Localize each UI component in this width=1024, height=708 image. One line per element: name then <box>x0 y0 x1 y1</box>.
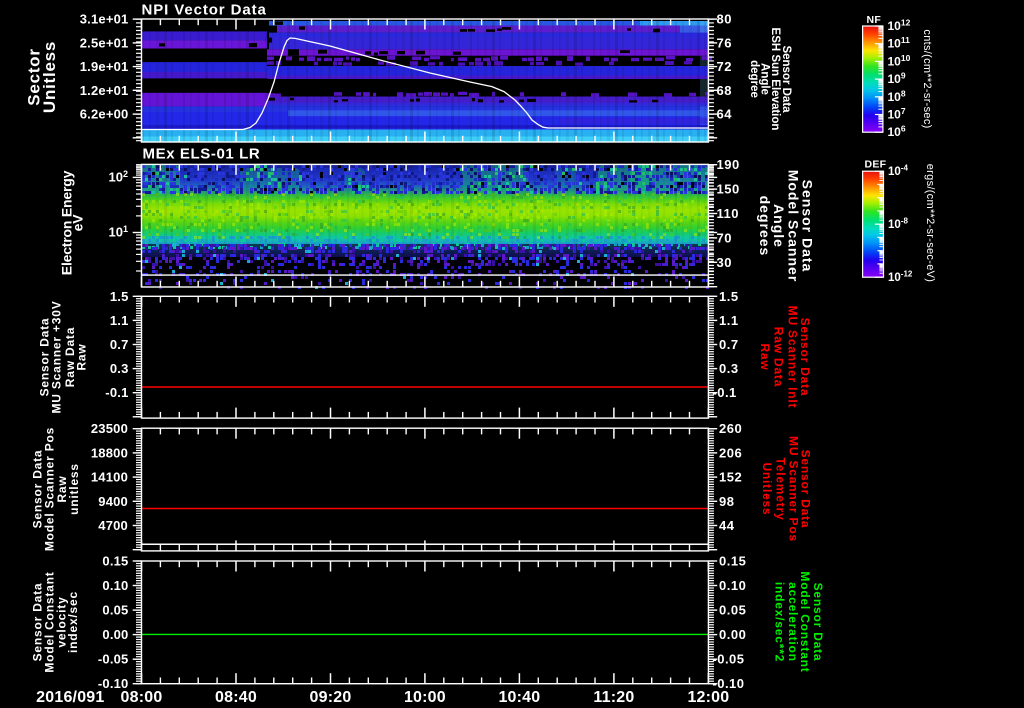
svg-text:DEF: DEF <box>865 159 887 171</box>
svg-text:76: 76 <box>717 35 732 50</box>
svg-text:unitless: unitless <box>67 463 81 515</box>
svg-text:Unitless: Unitless <box>40 41 59 113</box>
svg-text:9400: 9400 <box>98 494 128 509</box>
svg-text:206: 206 <box>719 445 742 460</box>
svg-text:80: 80 <box>717 12 732 27</box>
svg-text:-0.1: -0.1 <box>105 385 128 400</box>
svg-text:2.5e+01: 2.5e+01 <box>80 35 129 50</box>
svg-text:14100: 14100 <box>91 470 128 485</box>
svg-text:1.5: 1.5 <box>110 289 129 304</box>
svg-text:MU Scanner +30V: MU Scanner +30V <box>50 300 64 413</box>
svg-text:Raw: Raw <box>758 343 772 370</box>
svg-text:1.5: 1.5 <box>719 289 739 304</box>
svg-text:260: 260 <box>719 421 742 436</box>
svg-text:09:20: 09:20 <box>310 689 352 706</box>
svg-text:18800: 18800 <box>91 445 128 460</box>
svg-text:11:20: 11:20 <box>593 689 634 706</box>
svg-text:Telemetry: Telemetry <box>774 457 788 520</box>
svg-text:4700: 4700 <box>98 518 128 533</box>
svg-text:110: 110 <box>717 206 739 221</box>
svg-text:ergs/(cm**2-sr-sec-eV): ergs/(cm**2-sr-sec-eV) <box>924 164 936 282</box>
svg-text:70: 70 <box>717 230 732 245</box>
svg-text:150: 150 <box>717 182 740 197</box>
svg-text:44: 44 <box>719 518 735 533</box>
svg-text:-0.1: -0.1 <box>712 385 736 400</box>
svg-text:1.2e+01: 1.2e+01 <box>80 83 129 98</box>
svg-text:cnts/(cm**2-sr-sec): cnts/(cm**2-sr-sec) <box>921 29 933 128</box>
svg-text:Unitless: Unitless <box>760 462 774 515</box>
svg-text:Raw: Raw <box>75 343 89 370</box>
svg-text:index/sec**2: index/sec**2 <box>772 582 786 662</box>
svg-text:MU Scanner Pos: MU Scanner Pos <box>787 436 801 542</box>
svg-text:68: 68 <box>717 83 732 98</box>
svg-text:0.00: 0.00 <box>719 627 746 642</box>
svg-text:0.7: 0.7 <box>110 337 129 352</box>
svg-text:2016/091: 2016/091 <box>36 689 104 706</box>
svg-text:23500: 23500 <box>91 421 128 436</box>
svg-text:08:40: 08:40 <box>215 689 257 706</box>
svg-text:0.3: 0.3 <box>719 361 739 376</box>
svg-text:64: 64 <box>717 107 733 122</box>
svg-text:72: 72 <box>717 59 732 74</box>
svg-text:-0.05: -0.05 <box>98 652 129 667</box>
svg-text:eV: eV <box>70 214 86 232</box>
svg-text:152: 152 <box>719 470 742 485</box>
svg-text:12:00: 12:00 <box>687 689 729 706</box>
svg-text:degree: degree <box>748 60 760 98</box>
svg-text:0.05: 0.05 <box>719 603 746 618</box>
svg-text:degrees: degrees <box>757 196 773 257</box>
svg-text:Raw Data: Raw Data <box>771 327 785 387</box>
svg-text:MU Scanner InIt: MU Scanner InIt <box>786 306 800 409</box>
svg-text:NPI Vector Data: NPI Vector Data <box>142 2 267 19</box>
svg-text:3.1e+01: 3.1e+01 <box>80 12 129 27</box>
svg-text:1.9e+01: 1.9e+01 <box>80 59 129 74</box>
svg-text:08:00: 08:00 <box>121 689 163 706</box>
svg-text:0.10: 0.10 <box>102 578 128 593</box>
svg-text:MEx ELS-01 LR: MEx ELS-01 LR <box>143 146 261 163</box>
svg-text:190: 190 <box>717 157 740 172</box>
svg-text:NF: NF <box>867 14 882 26</box>
svg-text:Model Scanner: Model Scanner <box>786 170 802 283</box>
svg-text:6.2e+00: 6.2e+00 <box>80 107 129 122</box>
svg-text:0.00: 0.00 <box>102 627 128 642</box>
svg-text:98: 98 <box>719 494 734 509</box>
svg-text:0.3: 0.3 <box>110 361 129 376</box>
svg-text:0.15: 0.15 <box>719 554 746 569</box>
svg-text:-0.05: -0.05 <box>712 652 744 667</box>
svg-text:index/sec: index/sec <box>66 591 80 653</box>
svg-text:Sensor Data: Sensor Data <box>811 583 825 662</box>
svg-text:0.05: 0.05 <box>102 603 128 618</box>
svg-text:10:00: 10:00 <box>404 689 446 706</box>
svg-text:10:40: 10:40 <box>498 689 540 706</box>
svg-text:1.1: 1.1 <box>110 313 129 328</box>
svg-text:30: 30 <box>717 255 732 270</box>
svg-text:1.1: 1.1 <box>719 313 739 328</box>
svg-text:acceleration: acceleration <box>786 582 800 662</box>
svg-text:0.15: 0.15 <box>102 554 128 569</box>
svg-text:0.7: 0.7 <box>719 337 739 352</box>
svg-text:0.10: 0.10 <box>719 578 746 593</box>
